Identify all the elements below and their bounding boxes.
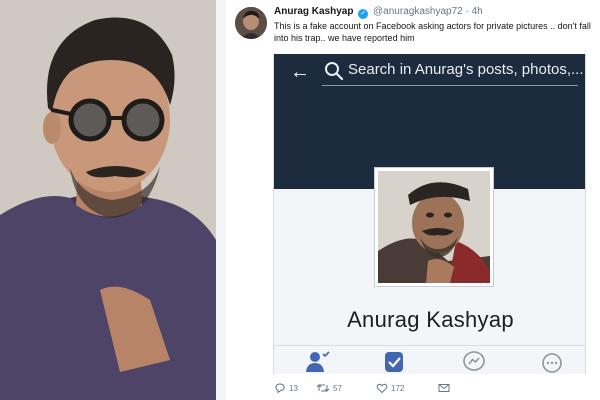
tweet-author-name[interactable]: Anurag Kashyap: [274, 6, 353, 17]
facebook-profile-picture: [374, 167, 494, 287]
search-icon: [325, 62, 344, 81]
like-button[interactable]: 172: [376, 381, 404, 397]
following-check-icon[interactable]: [380, 350, 408, 374]
facebook-action-bar: [274, 348, 585, 374]
retweet-button[interactable]: 57: [316, 381, 342, 397]
facebook-search-placeholder: Search in Anurag's posts, photos,...: [348, 61, 584, 78]
envelope-icon: [438, 384, 450, 392]
verified-badge-icon: ✓: [358, 9, 369, 19]
friend-request-icon[interactable]: [304, 350, 332, 374]
portrait-illustration: [0, 0, 216, 400]
reply-button[interactable]: 13: [274, 381, 298, 397]
search-underline: [322, 85, 578, 86]
portrait-photo: [0, 0, 216, 400]
retweet-count: 57: [333, 384, 342, 393]
facebook-screenshot[interactable]: ← Search in Anurag's posts, photos,... A…: [273, 54, 586, 374]
messenger-icon[interactable]: [460, 350, 488, 374]
like-count: 172: [391, 384, 405, 393]
direct-message-button[interactable]: [438, 381, 453, 397]
tweet-card: Anurag Kashyap ✓ @anuragkashyap72 · 4h T…: [226, 0, 600, 400]
facebook-action-divider: [274, 345, 585, 346]
heart-icon: [376, 383, 388, 394]
reply-icon: [275, 383, 285, 394]
retweet-icon: [316, 384, 330, 392]
avatar-image: [235, 7, 267, 39]
panel-divider: [216, 0, 226, 400]
reply-count: 13: [289, 384, 298, 393]
facebook-profile-name: Anurag Kashyap: [347, 307, 514, 332]
back-arrow-icon: ←: [290, 61, 310, 83]
tweet-text: This is a fake account on Facebook askin…: [274, 21, 591, 43]
more-icon[interactable]: [538, 350, 566, 374]
tweet-timestamp[interactable]: 4h: [472, 6, 483, 17]
profile-portrait: [378, 171, 490, 283]
tweet-header: Anurag Kashyap ✓ @anuragkashyap72 · 4h: [274, 6, 483, 19]
tweet-author-handle[interactable]: @anuragkashyap72: [373, 6, 463, 17]
tweet-separator: ·: [465, 6, 469, 17]
avatar[interactable]: [235, 7, 267, 39]
